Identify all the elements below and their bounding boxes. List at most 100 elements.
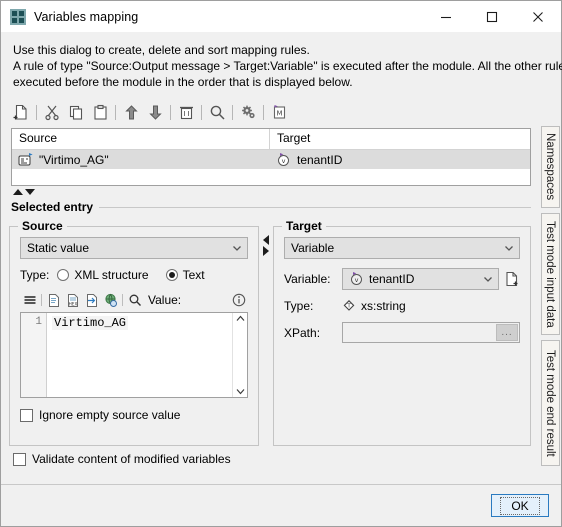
description-line-1: Use this dialog to create, delete and so… — [13, 43, 310, 57]
source-group-legend: Source — [18, 219, 67, 233]
module-icon[interactable]: M — [267, 100, 291, 124]
title-bar: Variables mapping — [1, 1, 561, 32]
source-group: Source Static value Type: XML structure … — [9, 219, 259, 446]
xpath-input[interactable]: ... — [342, 322, 520, 343]
column-header-source[interactable]: Source — [12, 129, 270, 149]
maximize-button[interactable] — [469, 1, 515, 32]
dialog-body: M Source Target "Virtimo_AG" v tenantID … — [1, 98, 561, 484]
splitter-left-icon[interactable] — [263, 235, 269, 245]
ignore-empty-row[interactable]: Ignore empty source value — [20, 408, 248, 422]
svg-text:HEX: HEX — [68, 301, 77, 306]
scroll-down-icon — [236, 389, 244, 395]
paste-icon[interactable] — [88, 100, 112, 124]
validate-checkbox[interactable] — [13, 452, 26, 466]
ok-button[interactable]: OK — [491, 494, 549, 517]
editor-content[interactable]: Virtimo_AG — [47, 313, 232, 397]
cut-icon[interactable] — [40, 100, 64, 124]
rules-table[interactable]: Source Target "Virtimo_AG" v tenantID — [11, 128, 531, 186]
delete-icon[interactable] — [174, 100, 198, 124]
selected-entry-divider — [99, 206, 531, 208]
dialog-description: Use this dialog to create, delete and so… — [1, 32, 562, 98]
side-tabs: Namespaces Test mode input data Test mod… — [539, 98, 561, 484]
app-icon — [10, 8, 26, 25]
xpath-browse-button[interactable]: ... — [496, 324, 518, 341]
format-lines-icon[interactable] — [20, 291, 39, 309]
variable-icon: v — [276, 152, 292, 167]
editor-line-text: Virtimo_AG — [52, 316, 129, 330]
target-group: Target Variable Variable: v tenantID Typ… — [273, 219, 531, 446]
variable-combo-value: tenantID — [369, 272, 415, 286]
description-line-3: executed before the module in the order … — [13, 75, 353, 89]
toolbar-separator — [232, 104, 233, 120]
tab-namespaces[interactable]: Namespaces — [540, 126, 560, 208]
table-row[interactable]: "Virtimo_AG" v tenantID — [12, 150, 530, 169]
radio-text-label: Text — [182, 268, 205, 282]
selected-entry-title: Selected entry — [11, 200, 94, 214]
radio-xml-structure[interactable] — [57, 269, 70, 281]
new-rule-icon[interactable] — [9, 100, 33, 124]
main-area: M Source Target "Virtimo_AG" v tenantID … — [1, 98, 539, 484]
splitter-up-icon[interactable] — [13, 189, 23, 195]
cell-source[interactable]: "Virtimo_AG" — [12, 152, 270, 167]
close-button[interactable] — [515, 1, 561, 32]
ok-button-label: OK — [500, 496, 540, 515]
cell-target-text: tenantID — [297, 152, 343, 167]
editor-scrollbar[interactable] — [232, 313, 247, 397]
entry-panels: Source Static value Type: XML structure … — [9, 215, 531, 446]
ignore-empty-checkbox[interactable] — [20, 408, 33, 422]
window-title: Variables mapping — [34, 9, 139, 24]
move-up-icon[interactable] — [119, 100, 143, 124]
svg-text:v: v — [282, 157, 286, 165]
new-variable-button[interactable] — [504, 271, 520, 287]
vertical-splitter[interactable] — [259, 219, 273, 446]
xpath-row: XPath: ... — [284, 322, 520, 343]
selected-entry-section: Selected entry Source Static value Type:… — [9, 199, 531, 446]
import-document-icon[interactable] — [82, 291, 101, 309]
xpath-label: XPath: — [284, 325, 321, 340]
validate-row[interactable]: Validate content of modified variables — [1, 446, 539, 466]
target-type-label: Type: — [284, 299, 314, 313]
splitter-down-icon[interactable] — [25, 189, 35, 195]
target-column: Target Variable Variable: v tenantID Typ… — [273, 219, 531, 446]
value-label: Value: — [148, 293, 182, 307]
search-icon[interactable] — [125, 291, 144, 309]
table-header: Source Target — [12, 129, 530, 150]
hex-document-icon[interactable]: HEX — [63, 291, 82, 309]
toolbar-separator — [263, 104, 264, 120]
variables-mapping-dialog: Variables mapping Use this dialog to cre… — [0, 0, 562, 527]
link-globe-icon[interactable] — [101, 291, 120, 309]
move-down-icon[interactable] — [143, 100, 167, 124]
toolbar-separator — [36, 104, 37, 120]
source-type-row: Type: XML structure Text — [20, 268, 248, 282]
target-type-row: Type: T xs:string — [284, 299, 520, 313]
search-icon[interactable] — [205, 100, 229, 124]
horizontal-splitter[interactable] — [13, 187, 539, 197]
chevron-down-icon — [231, 242, 243, 254]
radio-text[interactable] — [165, 269, 178, 281]
settings-icon[interactable] — [236, 100, 260, 124]
toolbar-separator — [170, 104, 171, 120]
copy-icon[interactable] — [64, 100, 88, 124]
info-icon[interactable] — [229, 291, 248, 309]
chevron-down-icon — [482, 273, 494, 285]
target-type-combo[interactable]: Variable — [284, 237, 520, 259]
minimize-button[interactable] — [423, 1, 469, 32]
selected-entry-header: Selected entry — [9, 199, 531, 215]
svg-text:M: M — [276, 109, 282, 117]
static-value-icon — [18, 152, 34, 167]
mini-separator — [122, 294, 123, 306]
source-value-editor[interactable]: 1 Virtimo_AG — [20, 312, 248, 398]
tab-test-mode-input-data[interactable]: Test mode input data — [540, 213, 560, 335]
splitter-right-icon[interactable] — [263, 246, 269, 256]
column-header-target[interactable]: Target — [270, 129, 530, 149]
svg-text:v: v — [355, 276, 359, 284]
cell-target[interactable]: v tenantID — [270, 152, 530, 167]
radio-xml-structure-label: XML structure — [74, 268, 149, 282]
scroll-up-icon — [236, 315, 244, 321]
variable-combo[interactable]: v tenantID — [342, 268, 499, 290]
document-icon[interactable] — [44, 291, 63, 309]
source-type-combo[interactable]: Static value — [20, 237, 248, 259]
toolbar-separator — [115, 104, 116, 120]
source-mini-toolbar: HEX Value: — [20, 291, 248, 309]
tab-test-mode-end-result[interactable]: Test mode end result — [540, 340, 560, 466]
